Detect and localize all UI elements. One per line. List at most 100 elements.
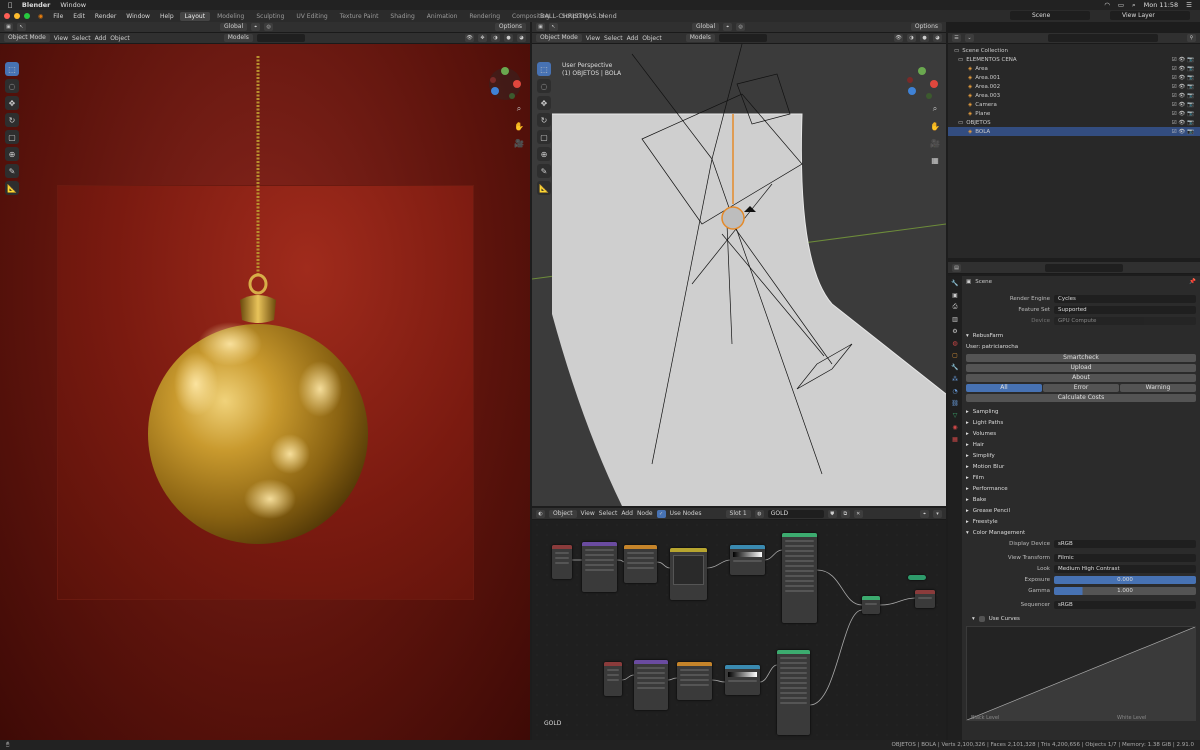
grid-view-icon[interactable]: ▦ [928, 153, 942, 167]
orientation-dropdown[interactable]: Global [692, 23, 720, 31]
scene-collection-row[interactable]: ▭ Scene Collection [948, 46, 1200, 55]
node-material-output[interactable] [915, 590, 935, 608]
nav-gizmo[interactable] [487, 66, 523, 102]
battery-icon[interactable]: ▭ [1118, 1, 1124, 9]
data-tab-icon[interactable]: ▽ [950, 410, 960, 420]
snap-icon[interactable]: ⌖ [251, 23, 261, 31]
outliner-search-input[interactable] [1048, 34, 1158, 42]
shading-solid-icon[interactable]: ● [920, 34, 929, 42]
blender-logo-icon[interactable]: ◉ [34, 13, 47, 20]
filter-icon[interactable]: ⌄ [965, 34, 974, 42]
material-icon[interactable]: ◍ [754, 509, 764, 518]
world-tab-icon[interactable]: ◍ [950, 338, 960, 348]
models-dropdown[interactable]: Models [685, 34, 715, 42]
menu-add[interactable]: Add [627, 35, 639, 42]
node-mapping[interactable] [582, 542, 617, 592]
visibility-toggle-icons[interactable]: ☑ 👁 📷 [1172, 93, 1194, 99]
scene-selector[interactable]: Scene [1010, 11, 1090, 20]
cursor-tool[interactable]: ◌ [537, 79, 551, 93]
hand-pan-icon[interactable]: ✋ [512, 119, 526, 133]
node-principled-bsdf[interactable] [782, 533, 817, 623]
zoom-icon[interactable]: ⌕ [512, 102, 526, 116]
fake-user-icon[interactable]: ⛊ [827, 509, 837, 518]
menu-edit[interactable]: Edit [69, 13, 89, 20]
new-material-icon[interactable]: ⧉ [840, 509, 850, 518]
view-layer-tab-icon[interactable]: ▥ [950, 314, 960, 324]
mode-dropdown[interactable]: Object Mode [536, 34, 582, 42]
outliner-row[interactable]: ◈ Area.003 ☑ 👁 📷 [948, 91, 1200, 100]
transform-pivot-icon[interactable]: ↖ [549, 23, 558, 31]
render-panel-header[interactable]: ▾ Color Management [962, 527, 1200, 538]
gizmo-icon[interactable]: ✥ [478, 34, 487, 42]
shading-rendered-icon[interactable]: ◕ [517, 34, 526, 42]
transform-pivot-icon[interactable]: ↖ [17, 23, 26, 31]
render-panel-header[interactable]: ▸ Film [962, 472, 1200, 483]
display-device-dropdown[interactable]: sRGB [1054, 539, 1196, 548]
slot-dropdown[interactable]: Slot 1 [725, 509, 751, 518]
render-panel-header[interactable]: ▸ Motion Blur [962, 461, 1200, 472]
close-window-icon[interactable] [4, 13, 10, 19]
outliner-row[interactable]: ▭ ELEMENTOS CENA ☑ 👁 📷 [948, 55, 1200, 64]
pin-icon[interactable]: 📌 [1189, 279, 1196, 285]
editor-type-icon[interactable]: ◐ [536, 509, 545, 518]
render-panel-header[interactable]: ▸ Bake [962, 494, 1200, 505]
node-reroute-frame[interactable] [908, 575, 926, 580]
search-icon[interactable]: ⌕ [1132, 1, 1136, 10]
menu-file[interactable]: File [49, 13, 67, 20]
rebusfarm-panel-header[interactable]: ▾ RebusFarm [962, 330, 1200, 341]
shading-solid-icon[interactable]: ● [504, 34, 513, 42]
menu-select[interactable]: Select [604, 35, 623, 42]
menu-view[interactable]: View [54, 35, 68, 42]
tab-animation[interactable]: Animation [422, 12, 463, 21]
options-dropdown[interactable]: Options [910, 23, 942, 31]
outliner-row[interactable]: ◈ Area.001 ☑ 👁 📷 [948, 73, 1200, 82]
render-panel-header[interactable]: ▸ Hair [962, 439, 1200, 450]
render-tab-icon[interactable]: ▣ [950, 290, 960, 300]
nav-gizmo[interactable] [904, 66, 940, 102]
visibility-toggle-icons[interactable]: ☑ 👁 📷 [1172, 111, 1194, 117]
tab-texture-paint[interactable]: Texture Paint [335, 12, 384, 21]
shading-rendered-icon[interactable]: ◕ [933, 34, 942, 42]
menu-add[interactable]: Add [95, 35, 107, 42]
unlink-icon[interactable]: ✕ [853, 509, 863, 518]
proportional-icon[interactable]: ◎ [736, 23, 746, 31]
render-panel-header[interactable]: ▸ Grease Pencil [962, 505, 1200, 516]
options-dropdown[interactable]: Options [494, 23, 526, 31]
editor-type-icon[interactable]: ☰ [952, 34, 961, 42]
view-layer-selector[interactable]: View Layer [1110, 11, 1190, 20]
viewport-3d[interactable]: User Perspective (1) OBJETOS | BOLA ⬚ ◌ … [532, 44, 946, 506]
gamma-slider[interactable]: 1.000 [1054, 586, 1196, 595]
camera-view-icon[interactable]: 🎥 [512, 136, 526, 150]
transform-tool[interactable]: ⊕ [537, 147, 551, 161]
filter-funnel-icon[interactable]: ⚲ [1187, 34, 1196, 42]
render-preview-viewport[interactable]: ⬚ ◌ ✥ ↻ ▢ ⊕ ✎ 📐 ⌕ ✋ 🎥 [0, 44, 530, 740]
render-panel-header[interactable]: ▸ Performance [962, 483, 1200, 494]
exposure-slider[interactable]: 0.000 [1054, 575, 1196, 584]
measure-tool[interactable]: 📐 [537, 181, 551, 195]
node-mix-shader[interactable] [862, 596, 880, 614]
transform-tool[interactable]: ⊕ [5, 147, 19, 161]
annotate-tool[interactable]: ✎ [537, 164, 551, 178]
tool-tab-icon[interactable]: 🔧 [950, 278, 960, 288]
outliner-row[interactable]: ◈ Area.002 ☑ 👁 📷 [948, 82, 1200, 91]
menu-add[interactable]: Add [621, 510, 633, 517]
orientation-dropdown[interactable]: Global [220, 23, 248, 31]
move-tool[interactable]: ✥ [537, 96, 551, 110]
select-box-tool[interactable]: ⬚ [537, 62, 551, 76]
scale-tool[interactable]: ▢ [5, 130, 19, 144]
outliner-row[interactable]: ◈ Plane ☑ 👁 📷 [948, 109, 1200, 118]
visibility-toggle-icons[interactable]: ☑ 👁 📷 [1172, 84, 1194, 90]
visibility-toggle-icons[interactable]: ☑ 👁 📷 [1172, 66, 1194, 72]
visibility-toggle-icons[interactable]: ☑ 👁 📷 [1172, 129, 1194, 135]
mode-dropdown[interactable]: Object Mode [4, 34, 50, 42]
outliner-row[interactable]: ◈ Camera ☑ 👁 📷 [948, 100, 1200, 109]
cursor-tool[interactable]: ◌ [5, 79, 19, 93]
move-tool[interactable]: ✥ [5, 96, 19, 110]
shader-node-editor[interactable]: GOLD [532, 520, 946, 740]
tab-all[interactable]: All [966, 384, 1042, 392]
measure-tool[interactable]: 📐 [5, 181, 19, 195]
render-engine-dropdown[interactable]: Cycles [1054, 294, 1196, 303]
node-noise-texture-2[interactable] [677, 662, 712, 700]
calculate-costs-button[interactable]: Calculate Costs [966, 394, 1196, 402]
tab-error[interactable]: Error [1043, 384, 1119, 392]
